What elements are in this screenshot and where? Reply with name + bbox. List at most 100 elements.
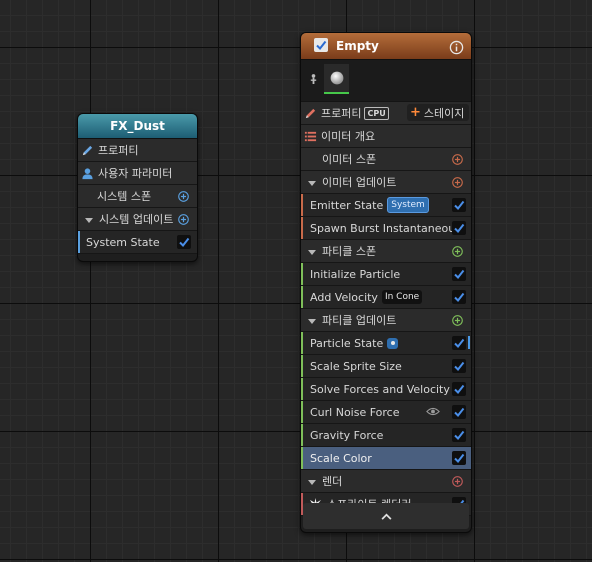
emitter-properties-label: 프로퍼티 bbox=[321, 107, 362, 120]
module-row-solve-forces[interactable]: Solve Forces and Velocity bbox=[301, 378, 471, 401]
particle-stage-accent bbox=[301, 378, 303, 400]
emitter-spawn-row[interactable]: 이미터 스폰 bbox=[301, 148, 471, 171]
module-label: System State bbox=[86, 235, 160, 249]
module-label: Solve Forces and Velocity bbox=[310, 382, 450, 396]
module-row-emitter-state[interactable]: Emitter State System bbox=[301, 194, 471, 217]
add-module-icon[interactable] bbox=[452, 314, 463, 326]
particle-stage-accent bbox=[301, 447, 303, 469]
module-row-curl-noise-force[interactable]: Curl Noise Force bbox=[301, 401, 471, 424]
emitter-node[interactable]: Empty 프로퍼티 CPU + 스테이지 이미터 개요 이미터 스폰 이미터 … bbox=[300, 32, 472, 533]
emitter-update-label: 이미터 업데이트 bbox=[322, 176, 397, 189]
enable-checkbox[interactable] bbox=[177, 235, 191, 249]
add-module-icon[interactable] bbox=[452, 245, 463, 257]
emitter-spawn-label: 이미터 스폰 bbox=[322, 153, 377, 166]
emitter-summary-label: 이미터 개요 bbox=[321, 130, 376, 143]
pencil-icon bbox=[304, 107, 318, 120]
enable-checkbox[interactable] bbox=[452, 290, 466, 304]
collapse-arrow-icon[interactable] bbox=[85, 213, 99, 226]
drop-indicator bbox=[468, 336, 470, 349]
add-module-icon[interactable] bbox=[452, 176, 463, 188]
system-node-title[interactable]: FX_Dust bbox=[78, 114, 197, 139]
add-stage-button[interactable]: + 스테이지 bbox=[407, 104, 469, 121]
emitter-stage-accent bbox=[301, 217, 303, 239]
bone-icon bbox=[309, 72, 318, 91]
module-row-initialize-particle[interactable]: Initialize Particle bbox=[301, 263, 471, 286]
module-tag: System bbox=[387, 197, 429, 213]
module-row-scale-color[interactable]: Scale Color bbox=[301, 447, 471, 470]
particle-stage-accent bbox=[301, 286, 303, 308]
particle-stage-accent bbox=[301, 263, 303, 285]
module-label: Add Velocity bbox=[310, 290, 378, 304]
collapse-arrow-icon[interactable] bbox=[308, 314, 322, 327]
system-update-row[interactable]: 시스템 업데이트 bbox=[78, 208, 197, 231]
user-parameters-row[interactable]: 사용자 파라미터 bbox=[78, 162, 197, 185]
enable-checkbox[interactable] bbox=[452, 336, 466, 350]
system-spawn-row[interactable]: 시스템 스폰 bbox=[78, 185, 197, 208]
emitter-stage-accent bbox=[301, 194, 303, 216]
add-module-icon[interactable] bbox=[178, 213, 189, 225]
emitter-title[interactable]: Empty bbox=[336, 33, 379, 59]
add-module-icon[interactable] bbox=[178, 190, 189, 202]
module-label: Spawn Burst Instantaneous bbox=[310, 221, 461, 235]
collapse-arrow-icon[interactable] bbox=[308, 245, 322, 258]
particle-update-label: 파티클 업데이트 bbox=[322, 314, 397, 327]
module-label: Scale Color bbox=[310, 451, 372, 465]
collapse-arrow-icon[interactable] bbox=[308, 475, 322, 488]
module-label: Curl Noise Force bbox=[310, 405, 400, 419]
module-row-gravity-force[interactable]: Gravity Force bbox=[301, 424, 471, 447]
enable-checkbox[interactable] bbox=[452, 359, 466, 373]
enable-checkbox[interactable] bbox=[452, 198, 466, 212]
system-overview-node[interactable]: FX_Dust 프로퍼티 사용자 파라미터 시스템 스폰 시스템 업데이트 Sy… bbox=[77, 113, 198, 262]
chevron-up-icon bbox=[381, 513, 391, 520]
enable-checkbox[interactable] bbox=[452, 221, 466, 235]
particle-spawn-label: 파티클 스폰 bbox=[322, 245, 377, 258]
emitter-preview-thumbnail[interactable] bbox=[324, 64, 349, 94]
render-row[interactable]: 렌더 bbox=[301, 470, 471, 493]
particle-stage-accent bbox=[301, 424, 303, 446]
particle-stage-accent bbox=[301, 401, 303, 423]
module-label: Gravity Force bbox=[310, 428, 384, 442]
system-properties-label: 프로퍼티 bbox=[98, 144, 139, 157]
collapse-arrow-icon[interactable] bbox=[308, 176, 322, 189]
module-label: Scale Sprite Size bbox=[310, 359, 402, 373]
module-row-scale-sprite-size[interactable]: Scale Sprite Size bbox=[301, 355, 471, 378]
add-stage-label: 스테이지 bbox=[423, 106, 465, 120]
plus-icon: + bbox=[410, 104, 421, 120]
emitter-summary-row[interactable]: 이미터 개요 bbox=[301, 125, 471, 148]
particle-stage-accent bbox=[301, 332, 303, 354]
system-update-label: 시스템 업데이트 bbox=[99, 213, 174, 226]
add-module-icon[interactable] bbox=[452, 153, 463, 165]
module-label: Particle State bbox=[310, 336, 384, 350]
eye-icon[interactable] bbox=[426, 406, 440, 420]
dot-badge-icon bbox=[387, 337, 399, 349]
system-properties-row[interactable]: 프로퍼티 bbox=[78, 139, 197, 162]
enable-checkbox[interactable] bbox=[452, 405, 466, 419]
module-label: Emitter State bbox=[310, 198, 384, 212]
emitter-properties-row[interactable]: 프로퍼티 CPU + 스테이지 bbox=[301, 102, 471, 125]
enable-checkbox[interactable] bbox=[452, 451, 466, 465]
list-icon bbox=[304, 130, 318, 143]
enable-checkbox[interactable] bbox=[452, 382, 466, 396]
module-row-add-velocity[interactable]: Add Velocity In Cone bbox=[301, 286, 471, 309]
emitter-enable-checkbox[interactable] bbox=[314, 38, 328, 52]
module-label: Initialize Particle bbox=[310, 267, 401, 281]
pencil-icon bbox=[81, 144, 95, 157]
module-row-system-state[interactable]: System State bbox=[78, 231, 197, 254]
render-label: 렌더 bbox=[322, 475, 343, 488]
module-row-particle-state[interactable]: Particle State bbox=[301, 332, 471, 355]
system-spawn-label: 시스템 스폰 bbox=[97, 190, 152, 203]
particle-spawn-row[interactable]: 파티클 스폰 bbox=[301, 240, 471, 263]
emitter-update-row[interactable]: 이미터 업데이트 bbox=[301, 171, 471, 194]
enable-checkbox[interactable] bbox=[452, 428, 466, 442]
enable-checkbox[interactable] bbox=[452, 267, 466, 281]
module-row-spawn-burst[interactable]: Spawn Burst Instantaneous bbox=[301, 217, 471, 240]
add-module-icon[interactable] bbox=[452, 475, 463, 487]
particle-update-row[interactable]: 파티클 업데이트 bbox=[301, 309, 471, 332]
emitter-header[interactable]: Empty bbox=[301, 33, 471, 60]
cpu-badge: CPU bbox=[364, 106, 389, 120]
collapse-node-button[interactable] bbox=[303, 503, 469, 529]
particle-stage-accent bbox=[301, 355, 303, 377]
user-icon bbox=[81, 167, 95, 180]
emitter-thumbnail-row bbox=[301, 60, 471, 102]
module-tag: In Cone bbox=[381, 290, 423, 304]
